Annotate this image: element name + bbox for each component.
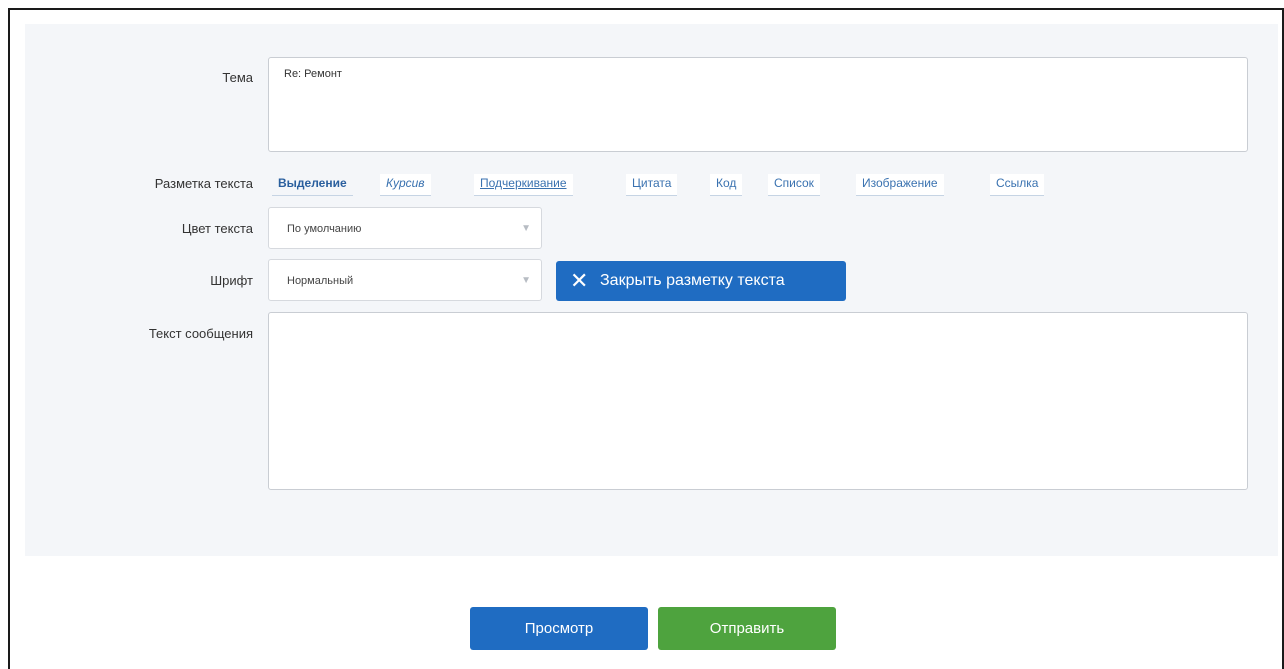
subject-label: Тема [222, 70, 253, 85]
font-select-value: Нормальный [287, 275, 354, 287]
color-label: Цвет текста [181, 221, 253, 236]
close-markup-button[interactable]: ✕ Закрыть разметку текста [556, 261, 846, 301]
markup-quote-button[interactable]: Цитата [626, 174, 678, 196]
message-textarea[interactable] [268, 312, 1248, 490]
markup-list-button[interactable]: Список [768, 174, 820, 196]
markup-image-button[interactable]: Изображение [856, 174, 944, 196]
font-select[interactable]: Нормальный ▼ [268, 259, 542, 301]
send-button[interactable]: Отправить [658, 607, 836, 650]
close-markup-label: Закрыть разметку текста [600, 272, 785, 289]
message-label: Текст сообщения [148, 326, 253, 341]
markup-bold-button[interactable]: Выделение [272, 174, 353, 196]
chevron-down-icon: ▼ [521, 275, 531, 286]
subject-field[interactable]: Re: Ремонт [268, 57, 1248, 152]
color-select[interactable]: По умолчанию ▼ [268, 207, 542, 249]
chevron-down-icon: ▼ [521, 223, 531, 234]
color-select-value: По умолчанию [287, 223, 362, 235]
subject-value: Re: Ремонт [284, 68, 342, 80]
markup-label: Разметка текста [154, 176, 253, 191]
markup-italic-button[interactable]: Курсив [380, 174, 431, 196]
preview-button[interactable]: Просмотр [470, 607, 648, 650]
markup-link-button[interactable]: Ссылка [990, 174, 1045, 196]
font-label: Шрифт [210, 273, 253, 288]
markup-underline-button[interactable]: Подчеркивание [474, 174, 573, 196]
close-icon: ✕ [570, 268, 589, 293]
markup-code-button[interactable]: Код [710, 174, 743, 196]
